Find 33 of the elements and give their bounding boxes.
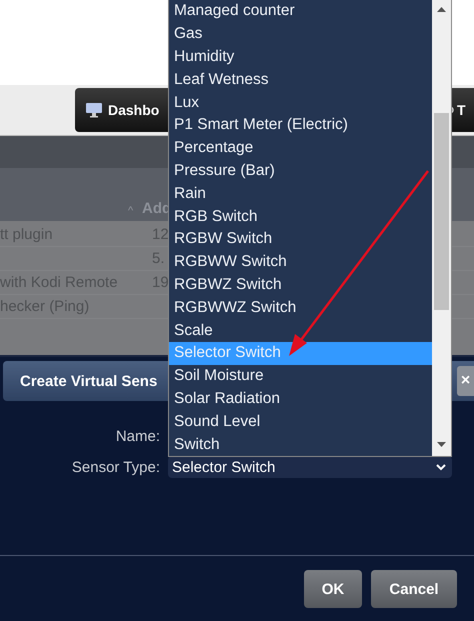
- nav-tab[interactable]: T: [457, 102, 466, 118]
- cancel-button[interactable]: Cancel: [371, 570, 457, 608]
- scrollbar[interactable]: [432, 0, 451, 456]
- dropdown-option[interactable]: Rain: [169, 182, 432, 206]
- ok-button[interactable]: OK: [304, 570, 362, 608]
- scrollbar-thumb[interactable]: [434, 113, 449, 310]
- dropdown-option[interactable]: RGBWW Switch: [169, 250, 432, 274]
- field-label: Sensor Type:: [72, 458, 160, 476]
- monitor-icon: [85, 102, 103, 118]
- sensor-type-select[interactable]: Selector Switch: [168, 456, 452, 478]
- scroll-down-icon[interactable]: [437, 442, 446, 447]
- field-label: Name:: [116, 428, 160, 444]
- dropdown-option[interactable]: RGBWZ Switch: [169, 274, 432, 296]
- dropdown-option[interactable]: RGBW Switch: [169, 228, 432, 251]
- sort-indicator: ^: [128, 205, 134, 217]
- dropdown-option[interactable]: RGBWWZ Switch: [169, 296, 432, 320]
- scroll-up-icon[interactable]: [437, 7, 446, 12]
- dialog-title: Create Virtual Sens: [20, 372, 158, 390]
- dropdown-option[interactable]: P1 Smart Meter (Electric): [169, 114, 432, 137]
- dropdown-option[interactable]: Managed counter: [169, 0, 432, 23]
- dashboard-tab[interactable]: Dashbo: [108, 102, 160, 118]
- dropdown-option[interactable]: Switch: [169, 433, 432, 456]
- dropdown-option[interactable]: Lux: [169, 91, 432, 114]
- dropdown-option[interactable]: RGB Switch: [169, 205, 432, 228]
- dropdown-option[interactable]: Gas: [169, 22, 432, 46]
- dropdown-option[interactable]: Scale: [169, 319, 432, 342]
- dropdown-option[interactable]: Leaf Wetness: [169, 68, 432, 92]
- dropdown-option[interactable]: Pressure (Bar): [169, 160, 432, 182]
- dropdown-option[interactable]: Solar Radiation: [169, 388, 432, 410]
- dropdown-option[interactable]: Humidity: [169, 46, 432, 68]
- chevron-icon: [436, 464, 446, 470]
- dropdown-option[interactable]: Soil Moisture: [169, 364, 432, 388]
- dropdown-option[interactable]: Sound Level: [169, 410, 432, 434]
